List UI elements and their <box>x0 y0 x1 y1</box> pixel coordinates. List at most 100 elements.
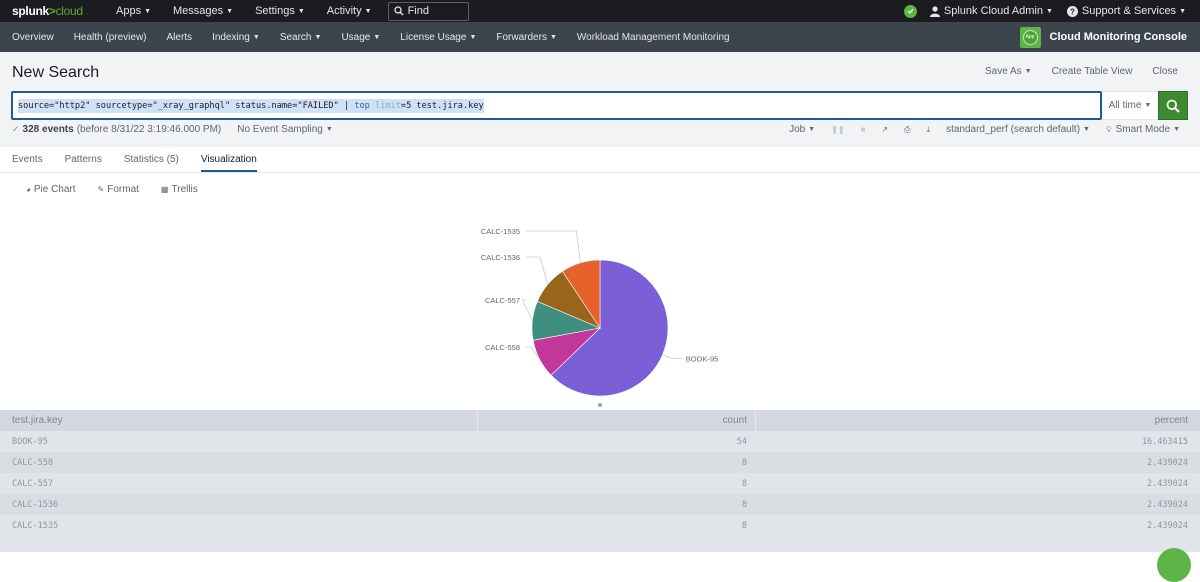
caret-down-icon: ▼ <box>1179 7 1186 15</box>
caret-down-icon: ▼ <box>549 33 557 41</box>
menu-settings[interactable]: Settings ▼ <box>255 5 305 17</box>
caret-down-icon: ▼ <box>1144 102 1152 109</box>
column-header-percent[interactable]: percent <box>756 415 1200 426</box>
trellis-button[interactable]: ▦ Trellis <box>161 184 198 195</box>
table-row[interactable]: CALC-1535 8 2.439024 <box>0 515 1200 536</box>
results-tabs: Events Patterns Statistics (5) Visualiza… <box>0 147 1200 173</box>
caret-down-icon: ▼ <box>226 8 234 15</box>
cell-key: CALC-557 <box>12 478 53 489</box>
logo-gt-text: > <box>48 4 56 18</box>
event-sampling-label: No Event Sampling <box>237 124 323 135</box>
query-text: source="http2" sourcetype="_xray_graphql… <box>18 98 484 113</box>
app-nav-workload[interactable]: Workload Management Monitoring <box>577 32 730 43</box>
caret-down-icon: ▼ <box>297 8 305 15</box>
pie-chart: BOOK-95 CALC-558 CALC-557 CALC-1536 CALC-153… <box>481 227 719 397</box>
menu-messages-label: Messages <box>173 5 224 17</box>
search-button[interactable] <box>1158 91 1188 120</box>
check-icon: ✓ <box>12 124 20 134</box>
user-menu[interactable]: Splunk Cloud Admin ▼ <box>929 5 1053 17</box>
resize-handle[interactable] <box>598 403 602 407</box>
perf-label: standard_perf (search default) <box>946 124 1081 135</box>
pie-leader-line <box>526 230 581 263</box>
app-nav-overview[interactable]: Overview <box>12 32 54 43</box>
menu-activity-label: Activity <box>326 5 362 17</box>
health-status-icon[interactable] <box>903 4 917 18</box>
app-nav-forwarders[interactable]: Forwarders ▼ <box>496 32 557 43</box>
cell-percent: 2.439024 <box>1147 457 1188 468</box>
column-header-key[interactable]: test.jira.key <box>0 410 478 431</box>
pie-leader-line <box>521 299 533 321</box>
caret-down-icon: ▼ <box>373 33 381 41</box>
find-input[interactable]: Find <box>387 1 469 21</box>
cell-count: 8 <box>741 457 747 468</box>
print-icon[interactable]: ⎙ <box>904 125 910 135</box>
search-query-input[interactable]: source="http2" sourcetype="_xray_graphql… <box>11 91 1102 120</box>
search-icon <box>1166 99 1180 113</box>
app-nav-label: Indexing <box>212 31 250 43</box>
floating-action-button[interactable] <box>1157 548 1191 582</box>
support-menu-label: Support & Services <box>1081 5 1177 17</box>
caret-down-icon: ▼ <box>469 33 477 41</box>
search-mode-dropdown[interactable]: 💡︎ Smart Mode ▼ <box>1106 124 1180 135</box>
app-nav-health[interactable]: Health (preview) <box>74 32 147 43</box>
svg-text:?: ? <box>1070 7 1075 16</box>
tab-patterns[interactable]: Patterns <box>65 154 102 172</box>
search-perf-dropdown[interactable]: standard_perf (search default) ▼ <box>946 124 1090 135</box>
chart-type-button[interactable]: ◕ Pie Chart <box>26 184 76 195</box>
job-status: ✓ 328 events (before 8/31/22 3:19:46.000… <box>12 124 333 135</box>
menu-activity[interactable]: Activity ▼ <box>327 5 372 17</box>
cell-percent: 16.463415 <box>1141 436 1188 447</box>
user-menu-label: Splunk Cloud Admin <box>943 5 1043 17</box>
app-nav-search[interactable]: Search ▼ <box>280 32 322 43</box>
save-as-button[interactable]: Save As ▼ <box>985 66 1032 77</box>
pause-icon[interactable]: ❚❚ <box>831 125 844 134</box>
time-range-picker[interactable]: All time ▼ <box>1102 91 1158 120</box>
cell-count: 54 <box>736 436 747 447</box>
pie-chart-area: BOOK-95 CALC-558 CALC-557 CALC-1536 CALC-153… <box>0 205 1200 397</box>
share-icon[interactable]: ↗ <box>881 125 888 134</box>
app-nav-indexing[interactable]: Indexing ▼ <box>212 32 260 43</box>
app-nav-bar: Overview Health (preview) Alerts Indexin… <box>0 22 1200 52</box>
app-icon-label: App <box>1022 29 1038 45</box>
table-row[interactable]: CALC-1536 8 2.439024 <box>0 494 1200 515</box>
job-menu[interactable]: Job ▼ <box>789 124 815 135</box>
event-sampling-dropdown[interactable]: No Event Sampling ▼ <box>237 124 333 135</box>
stop-icon[interactable]: ■ <box>861 125 866 134</box>
pencil-icon: ✎ <box>97 184 105 194</box>
caret-down-icon: ▼ <box>252 33 260 41</box>
save-as-label: Save As <box>984 66 1022 77</box>
tab-events[interactable]: Events <box>12 154 43 172</box>
tab-statistics[interactable]: Statistics (5) <box>124 154 179 172</box>
format-button[interactable]: ✎ Format <box>98 184 139 195</box>
caret-down-icon: ▼ <box>808 126 816 133</box>
bulb-icon: 💡︎ <box>1105 124 1112 134</box>
support-menu[interactable]: ? Support & Services ▼ <box>1066 5 1186 17</box>
menu-apps[interactable]: Apps ▼ <box>116 5 151 17</box>
app-nav-alerts[interactable]: Alerts <box>167 32 193 43</box>
chart-type-label: Pie Chart <box>33 183 76 195</box>
pie-label: BOOK-95 <box>686 355 719 364</box>
app-nav-usage[interactable]: Usage ▼ <box>341 32 380 43</box>
splunk-cloud-logo[interactable]: splunk>cloud <box>12 4 94 18</box>
export-icon[interactable]: ⤓ <box>927 125 931 135</box>
create-table-view-button[interactable]: Create Table View <box>1052 66 1133 77</box>
app-nav-label: Search <box>279 31 312 43</box>
app-identity[interactable]: App Cloud Monitoring Console <box>1019 22 1187 52</box>
app-nav-label: Health (preview) <box>73 31 147 43</box>
tab-visualization[interactable]: Visualization <box>200 154 257 172</box>
pie-chart-icon: ◕ <box>26 184 31 194</box>
table-row[interactable]: BOOK-95 54 16.463415 <box>0 431 1200 452</box>
cell-key: CALC-1536 <box>12 499 59 510</box>
user-icon <box>929 5 940 17</box>
close-button[interactable]: Close <box>1152 66 1178 77</box>
cell-count: 8 <box>741 499 747 510</box>
header-actions: Save As ▼ Create Table View Close <box>965 66 1178 77</box>
column-header-count[interactable]: count <box>478 410 756 431</box>
table-row[interactable]: CALC-558 8 2.439024 <box>0 452 1200 473</box>
query-part: source="http2" sourcetype="_xray_graphql… <box>18 100 355 111</box>
trellis-grid-icon: ▦ <box>160 184 169 194</box>
app-nav-license-usage[interactable]: License Usage ▼ <box>400 32 476 43</box>
table-row[interactable]: CALC-557 8 2.439024 <box>0 473 1200 494</box>
app-nav-label: Forwarders <box>496 31 547 43</box>
menu-messages[interactable]: Messages ▼ <box>173 5 233 17</box>
